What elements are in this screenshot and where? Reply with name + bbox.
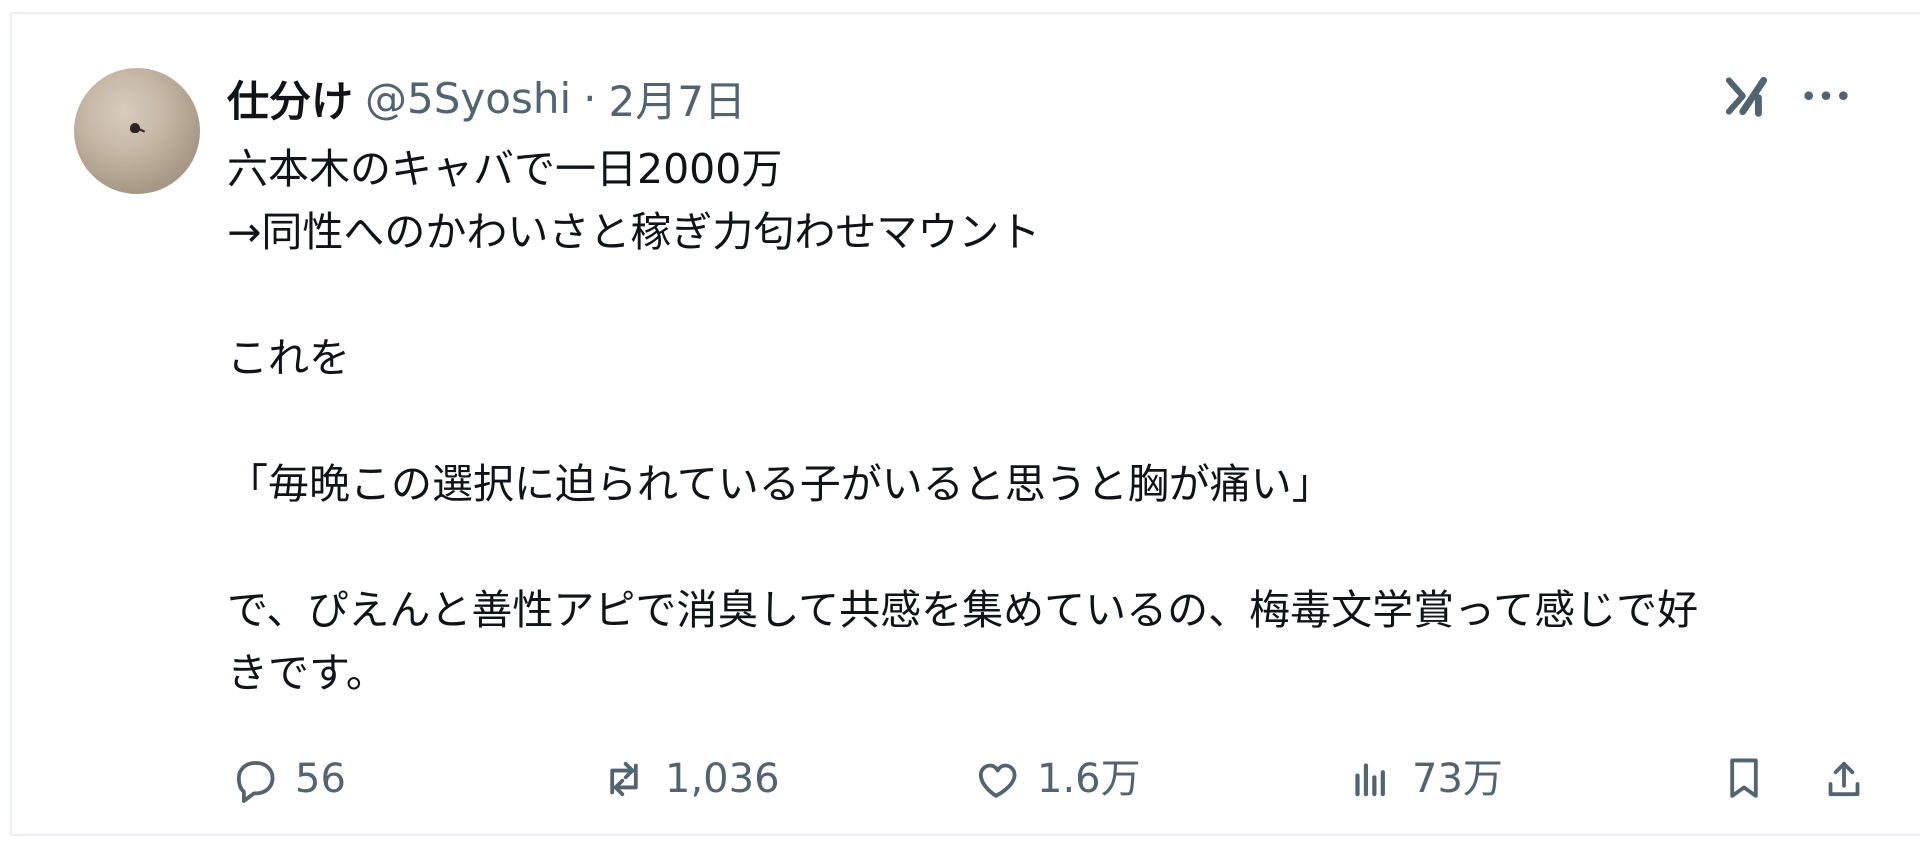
views-icon <box>1355 763 1385 797</box>
post-text-spacer <box>227 390 1867 453</box>
share-icon <box>1828 761 1860 797</box>
bookmark-button[interactable] <box>1717 747 1771 811</box>
share-button[interactable] <box>1817 747 1871 811</box>
post-card: 仕分け @5Syoshi · 2月7日 六本木のキャバで一日2000万 →同性へ… <box>10 12 1920 836</box>
post-text-line: で、ぴえんと善性アピで消臭して共感を集めているの、梅毒文学賞って感じで好 <box>227 586 1699 634</box>
post-text-line: 六本木のキャバで一日2000万 <box>227 145 783 193</box>
views-button[interactable]: 73万 <box>1344 747 1503 811</box>
post-text-line: 「毎晩この選択に迫られている子がいると思うと胸が痛い」 <box>227 460 1333 508</box>
post-text-line: →同性へのかわいさと稼ぎ力匂わせマウント <box>227 208 1041 256</box>
repost-count: 1,036 <box>665 756 780 802</box>
repost-icon <box>610 761 638 797</box>
post-text: 六本木のキャバで一日2000万 →同性へのかわいさと稼ぎ力匂わせマウント これを… <box>227 138 1867 705</box>
like-count: 1.6万 <box>1037 756 1141 802</box>
post-actions: 56 1,036 1.6万 73万 <box>227 747 1867 811</box>
post-header: 仕分け @5Syoshi · 2月7日 <box>227 72 746 126</box>
reply-count: 56 <box>295 756 346 802</box>
views-count: 73万 <box>1412 756 1503 802</box>
post-top-actions <box>1722 70 1852 122</box>
post-text-line: これを <box>227 334 350 382</box>
avatar[interactable] <box>74 68 200 194</box>
repost-button[interactable]: 1,036 <box>597 747 780 811</box>
post-date[interactable]: 2月7日 <box>608 68 745 129</box>
like-button[interactable]: 1.6万 <box>969 747 1141 811</box>
bookmark-icon <box>1730 758 1758 798</box>
grok-icon <box>1725 76 1768 117</box>
like-icon <box>978 763 1017 798</box>
more-options-button[interactable] <box>1800 70 1852 122</box>
reply-button[interactable]: 56 <box>227 747 346 811</box>
header-separator: · <box>583 73 597 123</box>
author-handle[interactable]: @5Syoshi <box>365 74 571 123</box>
post-text-line: きです。 <box>227 649 387 697</box>
grok-button[interactable] <box>1722 70 1774 122</box>
author-name[interactable]: 仕分け <box>227 68 353 129</box>
post-text-spacer <box>227 516 1867 579</box>
more-options-icon <box>1804 91 1848 101</box>
reply-icon <box>236 761 275 803</box>
post-text-spacer <box>227 264 1867 327</box>
